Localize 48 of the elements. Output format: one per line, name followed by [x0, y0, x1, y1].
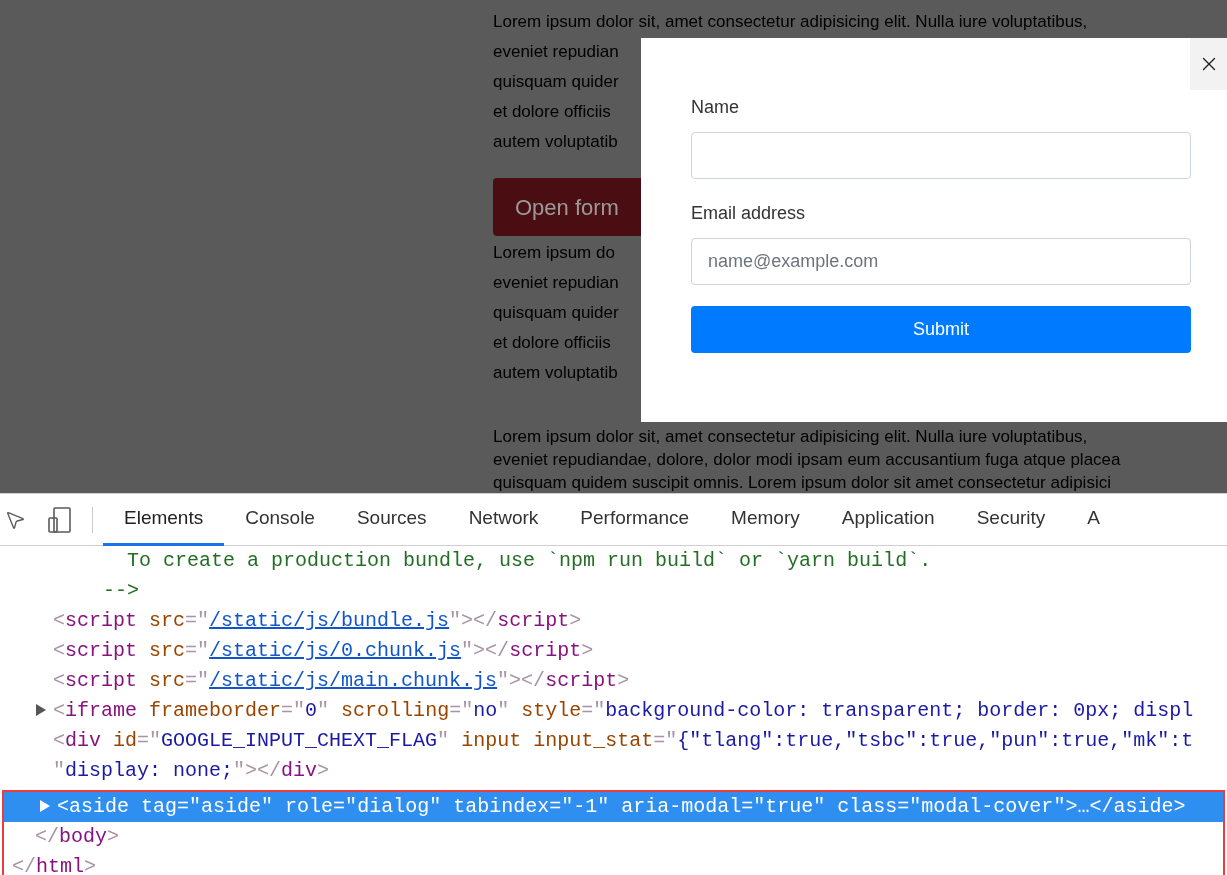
devtools-tab[interactable]: A — [1066, 493, 1121, 546]
code-text: <iframe frameborder="0" scrolling="no" style="background-color: transparent; border: 0px; displ — [53, 698, 1194, 724]
field-label: Email address — [691, 202, 806, 225]
paragraph-line: autem voluptatib — [493, 362, 618, 384]
input-field[interactable]: name@example.com — [691, 238, 1191, 285]
paragraph-line: eveniet repudian — [493, 272, 619, 294]
code-text: <script src=" — [53, 638, 210, 664]
code-text: "></script> — [497, 668, 630, 694]
paragraph-line: autem voluptatib — [493, 131, 618, 153]
expand-triangle-icon[interactable] — [40, 800, 50, 812]
devtools-tab[interactable]: Performance — [559, 493, 711, 546]
field-label: Name — [691, 96, 739, 119]
paragraph-line: Lorem ipsum dolor sit, amet consectetur adipisicing elit. Nulla iure voluptatibus, — [493, 426, 1088, 448]
paragraph-line: quisquam quider — [493, 302, 619, 324]
paragraph-line: eveniet repudian — [493, 41, 619, 63]
code-text: <div id="GOOGLE_INPUT_CHEXT_FLAG" input input_stat="{"tlang":true,"tsbc":true,"pun":true,"mk":t — [53, 728, 1194, 754]
devtools-tab[interactable]: Console — [224, 493, 336, 546]
input-field[interactable] — [691, 132, 1191, 179]
devtools-tab[interactable]: Memory — [710, 493, 821, 546]
code-text: </body> — [35, 824, 120, 850]
code-text: "></script> — [461, 638, 594, 664]
paragraph-line: Lorem ipsum dolor sit, amet consectetur adipisicing elit. Nulla iure voluptatibus, — [493, 11, 1088, 33]
devtools-tab[interactable]: Application — [820, 493, 956, 546]
paragraph-line: Lorem ipsum do — [493, 242, 615, 264]
code-text: </html> — [12, 854, 97, 875]
file-link[interactable]: /static/js/bundle.js — [209, 606, 450, 636]
devtools-tab[interactable]: Network — [447, 493, 560, 546]
devtools-tab[interactable]: Elements — [103, 493, 225, 546]
devtools-tab[interactable]: Security — [955, 493, 1067, 546]
code-text: "></script> — [449, 608, 582, 634]
code-text: <script src=" — [53, 608, 210, 634]
device-icon[interactable] — [48, 505, 72, 534]
close-button[interactable] — [1190, 38, 1227, 90]
paragraph-line: quisquam quider — [493, 71, 619, 93]
file-link[interactable]: /static/js/main.chunk.js — [209, 666, 498, 696]
devtools-tab[interactable]: Sources — [335, 493, 448, 546]
expand-triangle-icon[interactable] — [36, 704, 46, 716]
paragraph-line: eveniet repudiandae, dolore, dolor modi ipsam eum accusantium fuga atque placea — [493, 449, 1121, 471]
paragraph-line: et dolore officiis — [493, 332, 611, 354]
paragraph-line: quisquam quidem suscipit omnis. Lorem ipsum dolor sit amet consectetur adipisici — [493, 472, 1111, 494]
code-text: <aside tag="aside" role="dialog" tabindex="-1" aria-modal="true" class="modal-cover">…</aside> — [57, 794, 1186, 820]
code-text: --> — [103, 578, 139, 604]
paragraph-line: et dolore officiis — [493, 101, 611, 123]
code-text: "display: none;"></div> — [53, 758, 330, 784]
submit-button[interactable]: Submit — [691, 306, 1191, 353]
code-text: To create a production bundle, use `npm run build` or `yarn build`. — [127, 548, 932, 574]
file-link[interactable]: /static/js/0.chunk.js — [209, 636, 462, 666]
code-text: <script src=" — [53, 668, 210, 694]
